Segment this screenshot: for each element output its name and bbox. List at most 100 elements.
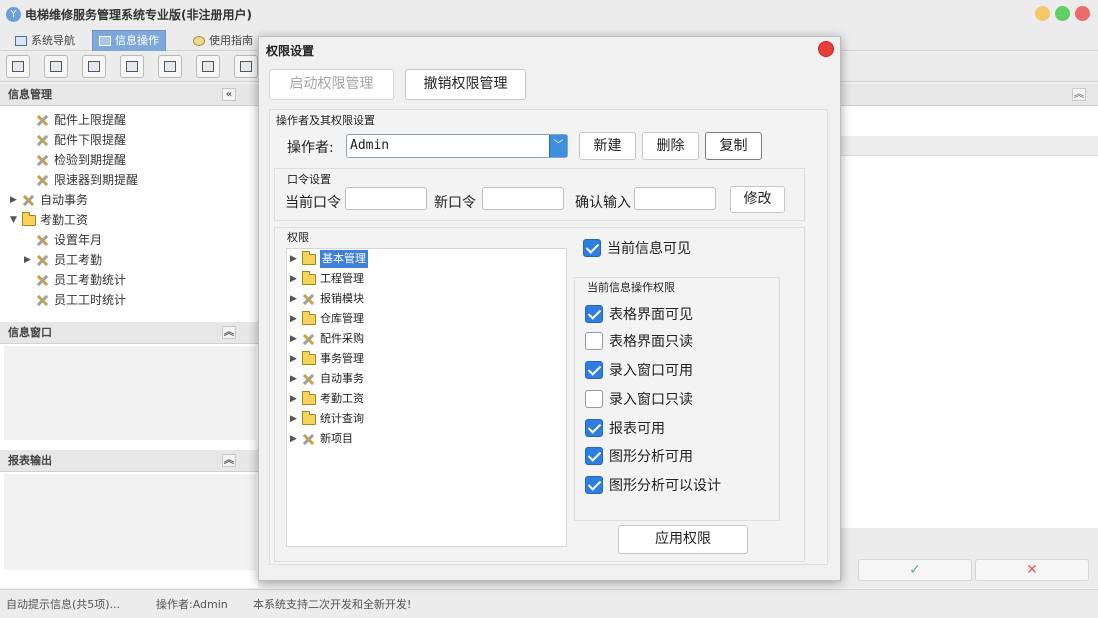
checkbox-box[interactable] — [585, 305, 603, 323]
nav-item[interactable]: 员工考勤统计 — [36, 270, 126, 290]
tree-node[interactable]: ▶ 新项目 — [290, 430, 353, 448]
operator-select[interactable]: Admin ﹀ — [346, 134, 568, 158]
tab-system-nav[interactable]: 系统导航 — [8, 30, 82, 51]
minimize-button[interactable] — [1035, 6, 1050, 21]
tree-node[interactable]: ▶ 自动事务 — [290, 370, 364, 388]
ops-checkbox[interactable]: 录入窗口只读 — [585, 389, 693, 409]
confirm-password-input[interactable] — [634, 187, 716, 210]
nav-item[interactable]: 限速器到期提醒 — [36, 170, 138, 190]
checkbox-label: 录入窗口可用 — [609, 363, 693, 379]
tree-node[interactable]: ▶ 事务管理 — [290, 350, 364, 368]
ops-checkbox[interactable]: 表格界面只读 — [585, 331, 693, 351]
nav-item[interactable]: 员工工时统计 — [36, 290, 126, 310]
window-tool-button[interactable] — [158, 55, 182, 78]
maximize-button[interactable] — [1055, 6, 1070, 21]
ops-checkbox[interactable]: 报表可用 — [585, 418, 665, 438]
dialog-close-button[interactable] — [818, 41, 834, 57]
group-label: 权限 — [287, 231, 309, 244]
expand-arrow-icon[interactable]: ▶ — [290, 270, 302, 288]
expand-arrow-icon[interactable]: ▶ — [290, 410, 302, 428]
print-icon — [240, 61, 252, 72]
expand-arrow-icon[interactable]: ▶ — [290, 250, 302, 268]
tree-node[interactable]: ▶ 考勤工资 — [290, 390, 364, 408]
expand-arrow-icon[interactable]: ▶ — [10, 190, 22, 210]
nav-label: 员工考勤统计 — [54, 273, 127, 287]
print-tool-button[interactable] — [234, 55, 258, 78]
folder-icon — [302, 350, 316, 365]
nav-item[interactable]: 配件上限提醒 — [36, 110, 126, 130]
nav-item[interactable]: ▼ 考勤工资 — [10, 210, 88, 230]
document-tool-button[interactable] — [82, 55, 106, 78]
panel-title: 报表输出 — [8, 454, 52, 467]
expand-arrow-icon[interactable]: ▶ — [290, 290, 302, 308]
revoke-permission-button[interactable]: 撤销权限管理 — [405, 69, 526, 100]
new-button[interactable]: 新建 — [579, 132, 636, 160]
expand-arrow-icon[interactable]: ▶ — [24, 250, 36, 270]
right-pane-header: ︽ — [840, 84, 1098, 106]
checkbox-label: 表格界面可见 — [609, 307, 693, 323]
status-hint[interactable]: 自动提示信息(共5项)... — [6, 596, 120, 612]
tab-info-ops[interactable]: 信息操作 — [92, 30, 166, 51]
ops-checkbox[interactable]: 表格界面可见 — [585, 304, 693, 324]
checkbox-label: 当前信息可见 — [607, 241, 691, 257]
current-info-visible-checkbox[interactable]: 当前信息可见 — [583, 238, 691, 258]
tree-node[interactable]: ▶ 报销模块 — [290, 290, 364, 308]
apply-permission-button[interactable]: 应用权限 — [618, 525, 748, 554]
nav-item[interactable]: ▶ 员工考勤 — [24, 250, 102, 270]
collapse-arrow-icon[interactable]: ▼ — [10, 210, 22, 230]
checkbox-box[interactable] — [585, 361, 603, 379]
tab-user-guide[interactable]: 使用指南 — [186, 30, 260, 51]
copy-button[interactable]: 复制 — [705, 132, 762, 160]
enable-permission-button[interactable]: 启动权限管理 — [269, 69, 394, 100]
tree-node[interactable]: ▶ 工程管理 — [290, 270, 364, 288]
collapse-panel-icon[interactable]: ︽ — [222, 454, 236, 467]
user-tool-button[interactable] — [120, 55, 144, 78]
tab-label: 使用指南 — [209, 34, 253, 47]
collapse-panel-icon[interactable]: ︽ — [222, 326, 236, 339]
document-icon — [88, 61, 100, 72]
checkbox-box[interactable] — [585, 390, 603, 408]
checkbox-box[interactable] — [585, 419, 603, 437]
expand-arrow-icon[interactable]: ▶ — [290, 310, 302, 328]
ops-checkbox[interactable]: 图形分析可以设计 — [585, 475, 721, 495]
tree-node[interactable]: ▶ 仓库管理 — [290, 310, 364, 328]
new-password-input[interactable] — [482, 187, 564, 210]
tree-node-label: 配件采购 — [320, 332, 364, 345]
checkbox-box[interactable] — [585, 447, 603, 465]
close-window-button[interactable] — [1075, 6, 1090, 21]
nav-item[interactable]: 检验到期提醒 — [36, 150, 126, 170]
nav-item[interactable]: 配件下限提醒 — [36, 130, 126, 150]
tree-node[interactable]: ▶ 配件采购 — [290, 330, 364, 348]
export-tool-button[interactable] — [196, 55, 220, 78]
tree-node[interactable]: ▶ 基本管理 — [290, 249, 369, 269]
cancel-button[interactable]: ✕ — [975, 559, 1089, 581]
collapse-right-icon[interactable]: ︽ — [1072, 88, 1086, 101]
collapse-left-icon[interactable]: « — [222, 88, 236, 101]
checkbox-label: 图形分析可以设计 — [609, 478, 721, 494]
tools-icon — [36, 254, 49, 267]
ops-checkbox[interactable]: 录入窗口可用 — [585, 360, 693, 380]
ok-button[interactable]: ✓ — [858, 559, 972, 581]
user-icon — [126, 61, 138, 72]
app-title: 电梯维修服务管理系统专业版(非注册用户) — [25, 8, 252, 22]
ops-checkbox[interactable]: 图形分析可用 — [585, 446, 693, 466]
list-tool-button[interactable] — [44, 55, 68, 78]
current-password-input[interactable] — [345, 187, 427, 210]
nav-label: 配件上限提醒 — [54, 113, 127, 127]
checkbox-box[interactable] — [585, 332, 603, 350]
delete-button[interactable]: 删除 — [642, 132, 699, 160]
expand-arrow-icon[interactable]: ▶ — [290, 370, 302, 388]
expand-arrow-icon[interactable]: ▶ — [290, 390, 302, 408]
nav-item[interactable]: ▶ 自动事务 — [10, 190, 88, 210]
tree-node[interactable]: ▶ 统计查询 — [290, 410, 364, 428]
expand-arrow-icon[interactable]: ▶ — [290, 330, 302, 348]
permission-tree[interactable]: ▶ 基本管理 ▶ 工程管理 ▶ 报销模块 ▶ 仓库管理 ▶ 配件采购 ▶ 事务管理 ▶ 自动事… — [286, 248, 567, 547]
checkbox-box[interactable] — [585, 476, 603, 494]
search-tool-button[interactable] — [6, 55, 30, 78]
checkbox-box[interactable] — [583, 239, 601, 257]
expand-arrow-icon[interactable]: ▶ — [290, 430, 302, 448]
modify-button[interactable]: 修改 — [730, 186, 785, 213]
nav-item[interactable]: 设置年月 — [36, 230, 102, 250]
chevron-down-icon[interactable]: ﹀ — [549, 135, 567, 157]
expand-arrow-icon[interactable]: ▶ — [290, 350, 302, 368]
